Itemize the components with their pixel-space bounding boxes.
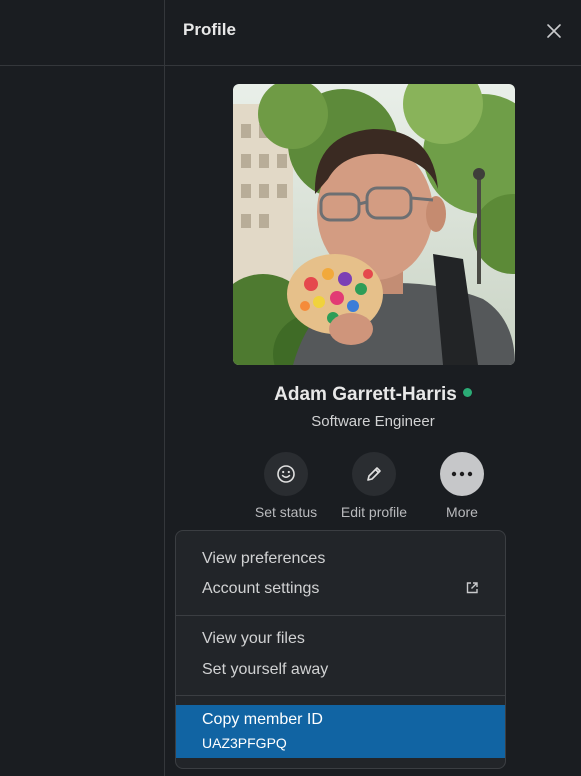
left-pane-header (0, 0, 164, 66)
profile-photo-image (233, 84, 515, 365)
close-icon (547, 24, 561, 38)
panel-header: Profile (165, 0, 581, 66)
left-pane (0, 0, 164, 776)
more-button[interactable]: More (417, 452, 507, 520)
menu-separator (176, 695, 505, 696)
profile-photo[interactable] (233, 84, 515, 365)
profile-name-row: Adam Garrett-Harris (165, 384, 581, 406)
menu-item-view-your-files[interactable]: View your files (176, 624, 505, 654)
more-circle (440, 452, 484, 496)
smiley-icon (277, 465, 295, 483)
menu-item-account-settings[interactable]: Account settings (176, 574, 505, 604)
presence-active-icon (462, 388, 472, 397)
menu-item-view-preferences[interactable]: View preferences (176, 544, 505, 574)
menu-item-copy-member-id[interactable]: Copy member ID UAZ3PFGPQ (176, 705, 505, 758)
member-id-value: UAZ3PFGPQ (202, 735, 287, 751)
more-horizontal-icon (451, 471, 473, 477)
more-menu: View preferences Account settings View y… (175, 530, 506, 769)
profile-title: Software Engineer (311, 413, 435, 430)
more-label: More (446, 504, 478, 520)
menu-item-label: View your files (202, 630, 305, 647)
menu-item-label: Set yourself away (202, 661, 329, 678)
menu-separator (176, 615, 505, 616)
close-button[interactable] (541, 18, 567, 44)
menu-item-label: View preferences (202, 550, 326, 567)
pencil-icon (367, 467, 381, 481)
profile-actions: Set status Edit profile More (165, 452, 581, 522)
set-status-circle (264, 452, 308, 496)
set-status-button[interactable]: Set status (241, 452, 331, 520)
edit-profile-label: Edit profile (340, 504, 408, 520)
set-status-label: Set status (254, 504, 318, 520)
menu-item-label: Copy member ID (202, 711, 323, 728)
menu-item-set-yourself-away[interactable]: Set yourself away (176, 655, 505, 685)
external-link-icon (465, 581, 479, 600)
edit-profile-button[interactable]: Edit profile (329, 452, 419, 520)
menu-item-label: Account settings (202, 580, 320, 597)
profile-panel: Profile Adam Garrett-Harris Software Eng… (165, 0, 581, 776)
edit-profile-circle (352, 452, 396, 496)
panel-title: Profile (183, 20, 236, 39)
profile-name[interactable]: Adam Garrett-Harris (274, 384, 457, 405)
